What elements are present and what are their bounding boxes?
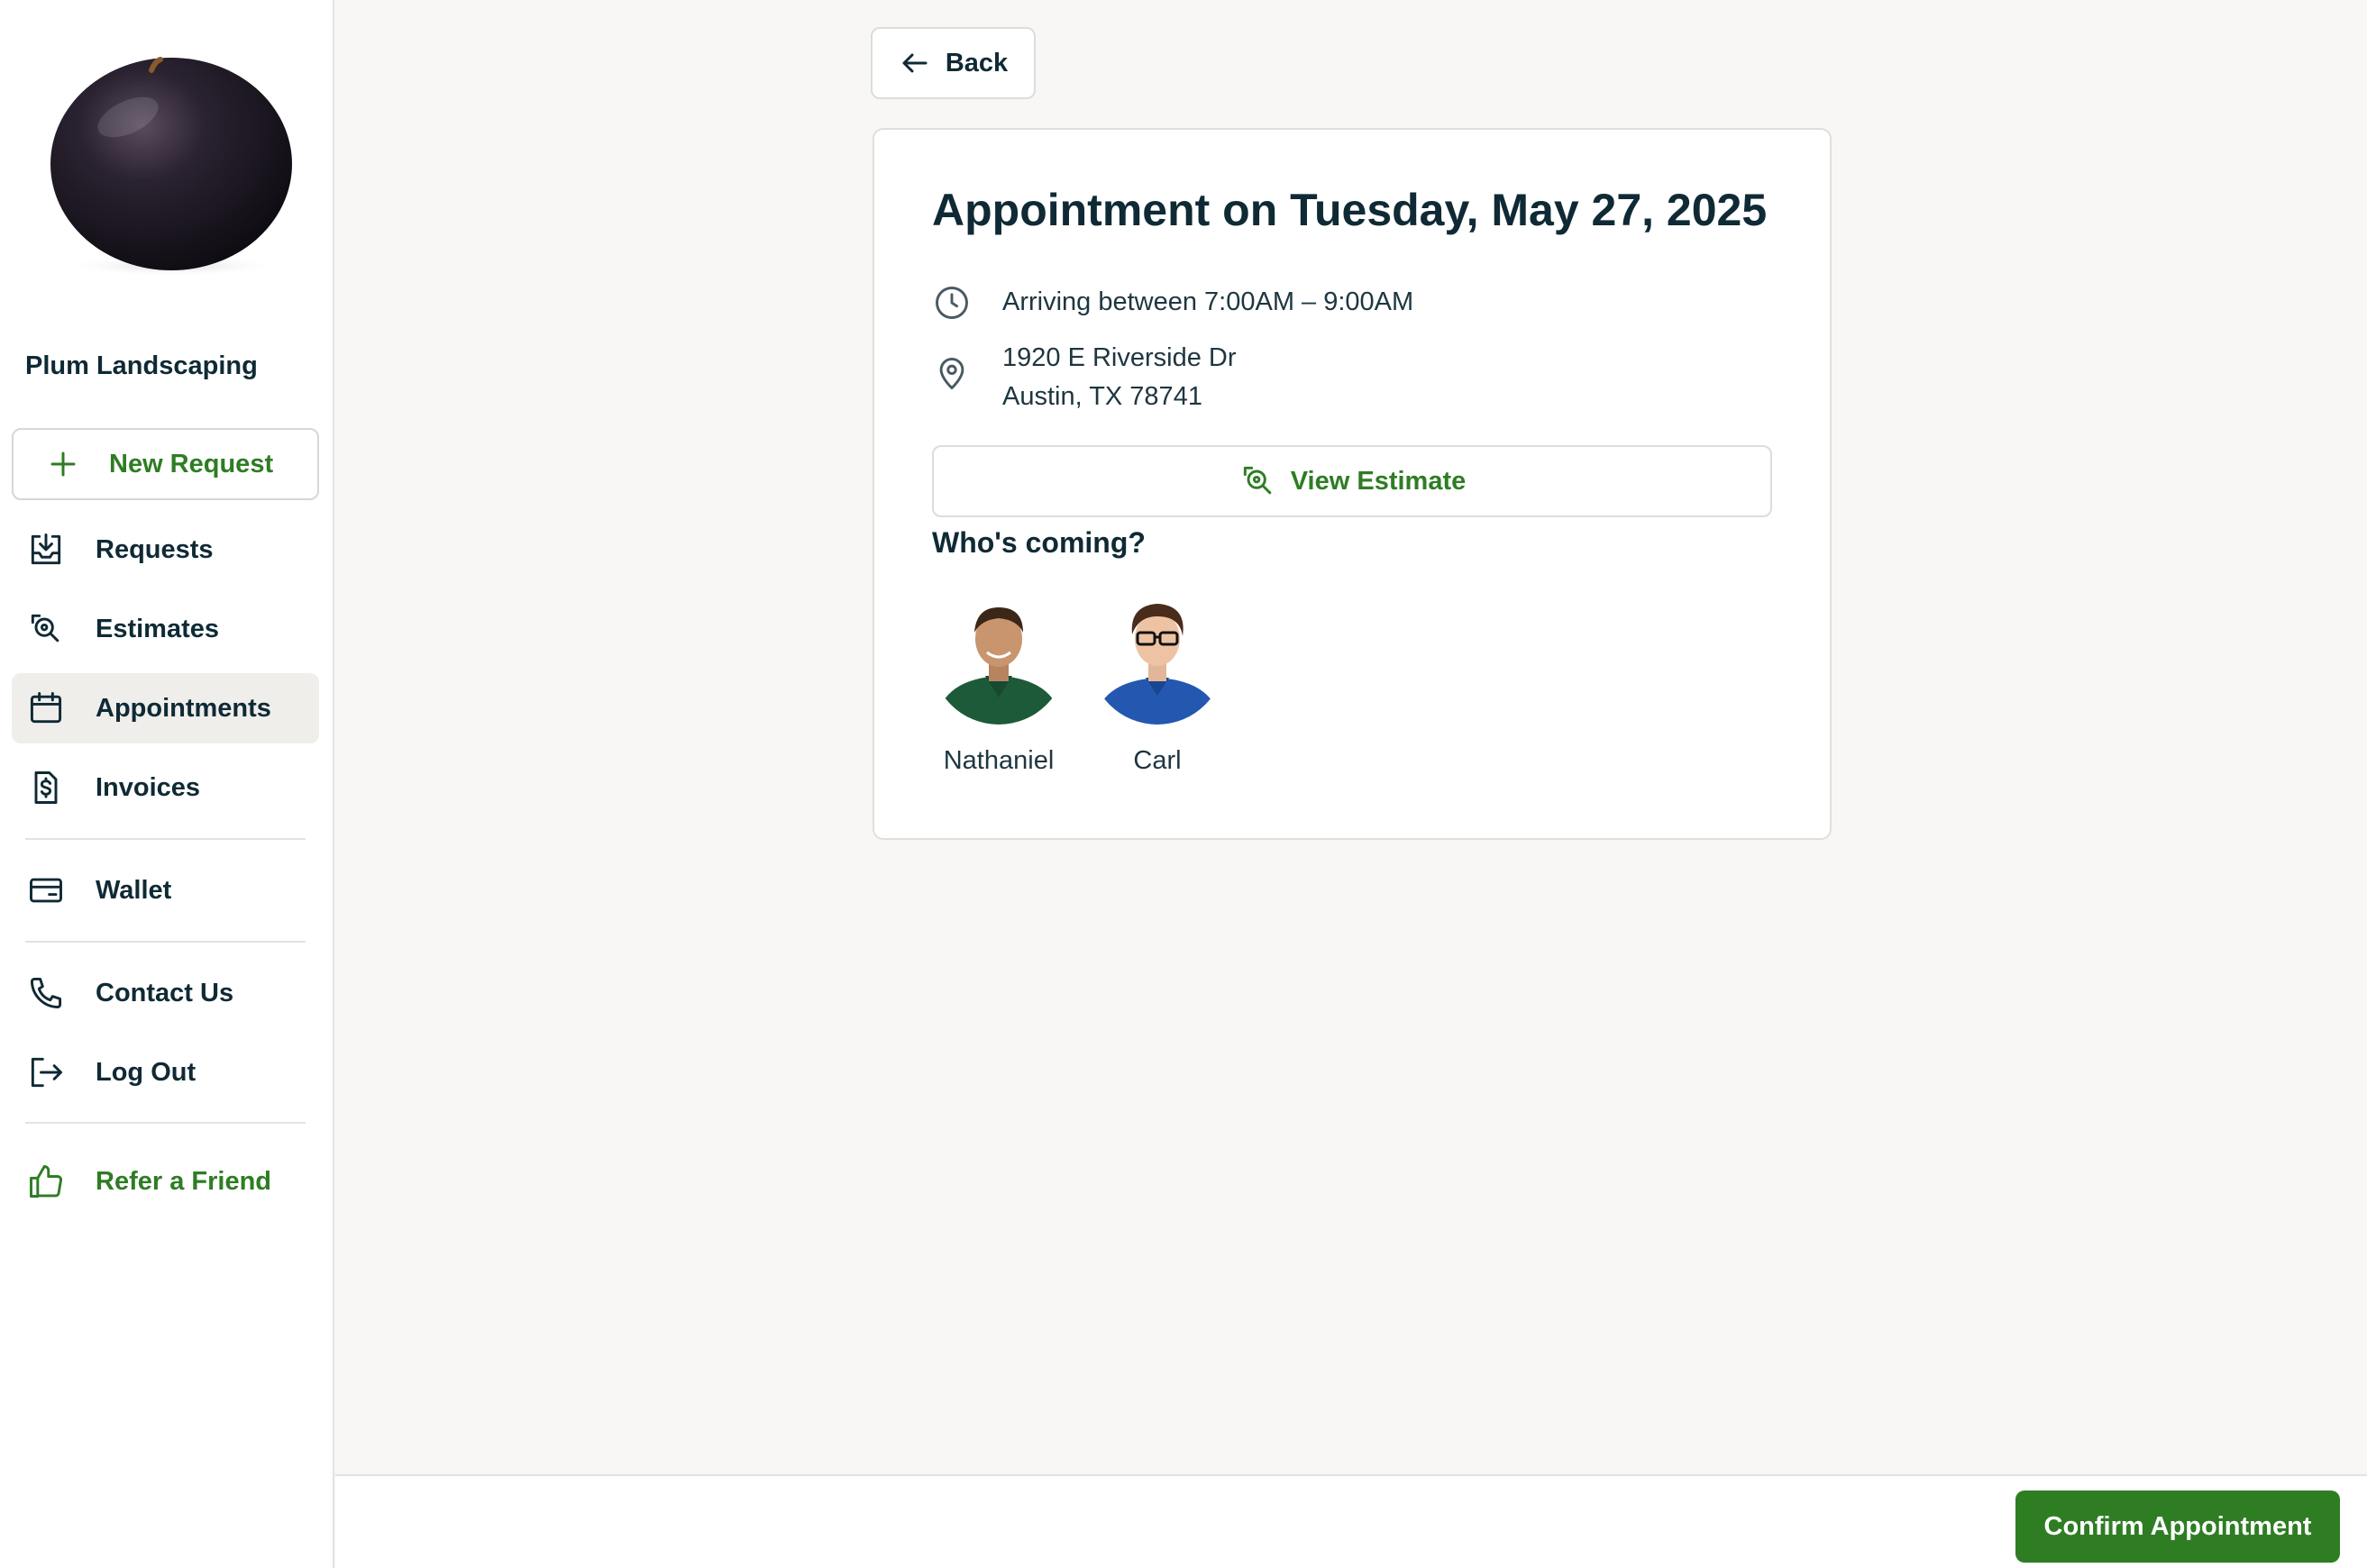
arrival-window: Arriving between 7:00AM – 9:00AM (932, 283, 1413, 323)
sidebar-item-label: Log Out (96, 1057, 196, 1087)
crew-member-name: Carl (1133, 746, 1182, 775)
new-request-label: New Request (109, 449, 274, 479)
action-footer: Confirm Appointment (335, 1474, 2367, 1568)
appointment-title: Appointment on Tuesday, May 27, 2025 (932, 185, 1768, 235)
estimate-search-icon (1243, 466, 1272, 495)
thumbs-up-icon (23, 1159, 69, 1204)
crew-member: Nathaniel (927, 589, 1071, 776)
arrow-left-icon (902, 53, 928, 73)
crew-member-name: Nathaniel (943, 746, 1055, 775)
back-label: Back (945, 48, 1009, 77)
sidebar: Plum Landscaping New Request Requests Es… (0, 0, 334, 1568)
sidebar-item-label: Contact Us (96, 978, 234, 1007)
arrival-text: Arriving between 7:00AM – 9:00AM (1002, 287, 1414, 316)
sidebar-item-label: Wallet (96, 875, 172, 905)
plus-icon (32, 448, 95, 480)
avatar (1090, 589, 1225, 725)
clock-icon (932, 283, 972, 323)
sidebar-item-label: Estimates (96, 614, 220, 643)
sidebar-item-label: Appointments (96, 693, 271, 723)
invoice-dollar-icon (23, 765, 69, 810)
sidebar-item-contact-us[interactable]: Contact Us (12, 958, 319, 1028)
address-line-2: Austin, TX 78741 (1002, 382, 1202, 411)
app-root: Plum Landscaping New Request Requests Es… (0, 0, 2367, 1568)
sidebar-item-invoices[interactable]: Invoices (12, 752, 319, 823)
avatar (931, 589, 1066, 725)
view-estimate-button[interactable]: View Estimate (932, 445, 1772, 517)
sidebar-item-log-out[interactable]: Log Out (12, 1037, 319, 1108)
whos-coming-heading: Who's coming? (932, 526, 1146, 559)
sidebar-divider (25, 838, 306, 840)
calendar-icon (23, 686, 69, 731)
sidebar-item-appointments[interactable]: Appointments (12, 673, 319, 743)
confirm-appointment-label: Confirm Appointment (2043, 1511, 2312, 1541)
company-name: Plum Landscaping (25, 351, 258, 380)
sidebar-item-wallet[interactable]: Wallet (12, 855, 319, 925)
wallet-card-icon (23, 868, 69, 913)
crew-member: Carl (1085, 589, 1229, 776)
map-pin-icon (932, 353, 972, 393)
sidebar-item-label: Refer a Friend (96, 1166, 271, 1196)
sidebar-divider (25, 941, 306, 943)
estimate-search-icon (23, 606, 69, 652)
view-estimate-label: View Estimate (1290, 466, 1467, 496)
logout-icon (23, 1050, 69, 1095)
address-line-1: 1920 E Riverside Dr (1002, 343, 1237, 372)
sidebar-item-refer-a-friend[interactable]: Refer a Friend (12, 1146, 319, 1217)
back-button[interactable]: Back (871, 27, 1036, 99)
confirm-appointment-button[interactable]: Confirm Appointment (2015, 1491, 2340, 1563)
sidebar-item-label: Requests (96, 534, 214, 564)
appointment-card: Appointment on Tuesday, May 27, 2025 Arr… (873, 128, 1832, 840)
sidebar-item-label: Invoices (96, 772, 201, 802)
sidebar-divider (25, 1122, 306, 1124)
sidebar-item-estimates[interactable]: Estimates (12, 594, 319, 664)
sidebar-item-requests[interactable]: Requests (12, 515, 319, 585)
new-request-button[interactable]: New Request (12, 428, 319, 500)
phone-icon (23, 971, 69, 1016)
address: 1920 E Riverside Dr Austin, TX 78741 (932, 339, 1237, 416)
company-logo (45, 54, 297, 279)
inbox-download-icon (23, 527, 69, 572)
